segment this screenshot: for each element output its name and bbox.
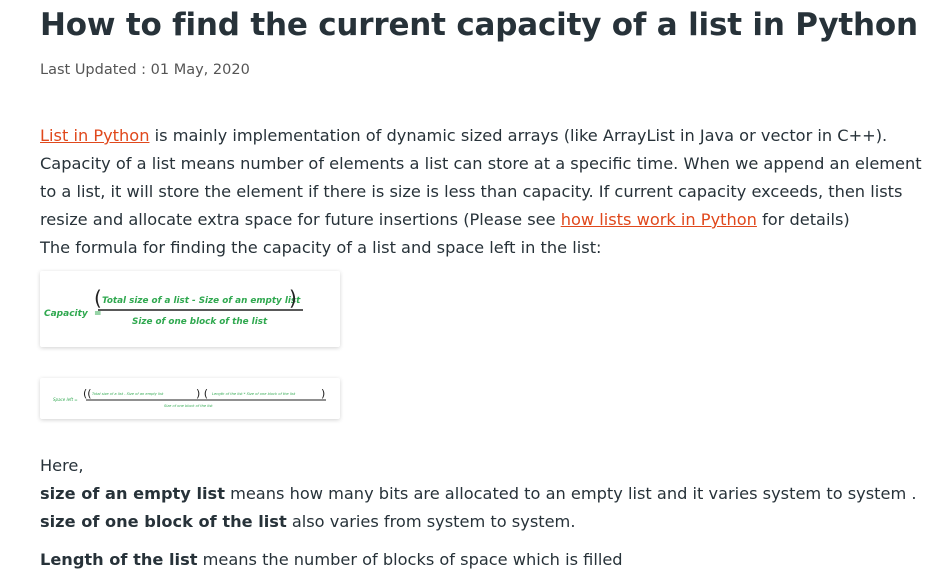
- definition-block-size-term: size of one block of the list: [40, 512, 287, 531]
- space-left-denominator: Size of one block of the list: [164, 404, 213, 408]
- space-left-numerator-b: Length of the list * Size of one block o…: [212, 392, 296, 396]
- capacity-left-paren: (: [94, 286, 102, 310]
- definition-block-size-text: also varies from system to system.: [286, 512, 576, 531]
- definition-length: Length of the list means the number of b…: [40, 550, 623, 569]
- space-left-formula-image: Space left = (( Total size of a list - S…: [40, 378, 340, 419]
- intro-paragraph: List in Python is mainly implementation …: [40, 122, 922, 262]
- definition-empty-list-term: size of an empty list: [40, 484, 225, 503]
- space-left-paren-close: ): [321, 387, 325, 400]
- space-left-paren-mid: ) (: [196, 387, 208, 400]
- space-left-formula-lhs: Space left =: [53, 397, 78, 402]
- last-updated: Last Updated : 01 May, 2020: [40, 62, 250, 78]
- article-title: How to find the current capacity of a li…: [40, 7, 918, 43]
- definition-empty-list: size of an empty list means how many bit…: [40, 484, 917, 503]
- how-lists-work-link[interactable]: how lists work in Python: [561, 210, 757, 229]
- capacity-formula-lhs: Capacity =: [44, 309, 102, 319]
- intro-line1-text: is mainly implementation of dynamic size…: [149, 126, 888, 145]
- here-label: Here,: [40, 456, 84, 475]
- intro-line4-pre: resize and allocate extra space for futu…: [40, 210, 561, 229]
- definition-block-size: size of one block of the list also varie…: [40, 512, 575, 531]
- intro-line5: The formula for finding the capacity of …: [40, 238, 602, 257]
- capacity-formula-image: Capacity = ( Total size of a list - Size…: [40, 271, 340, 347]
- list-in-python-link[interactable]: List in Python: [40, 126, 149, 145]
- space-left-numerator-a: Total size of a list - Size of an empty …: [92, 392, 164, 396]
- definition-length-text: means the number of blocks of space whic…: [197, 550, 623, 569]
- capacity-formula-numerator: Total size of a list - Size of an empty …: [102, 296, 301, 306]
- article-page: How to find the current capacity of a li…: [0, 0, 925, 588]
- definition-empty-list-text: means how many bits are allocated to an …: [224, 484, 917, 503]
- definition-length-term: Length of the list: [40, 550, 198, 569]
- capacity-formula-denominator: Size of one block of the list: [132, 317, 268, 327]
- space-left-paren-outer: ((: [83, 387, 92, 400]
- intro-line2: Capacity of a list means number of eleme…: [40, 154, 922, 173]
- intro-line4-post: for details): [756, 210, 850, 229]
- capacity-right-paren: ): [289, 286, 297, 310]
- intro-line3: to a list, it will store the element if …: [40, 182, 903, 201]
